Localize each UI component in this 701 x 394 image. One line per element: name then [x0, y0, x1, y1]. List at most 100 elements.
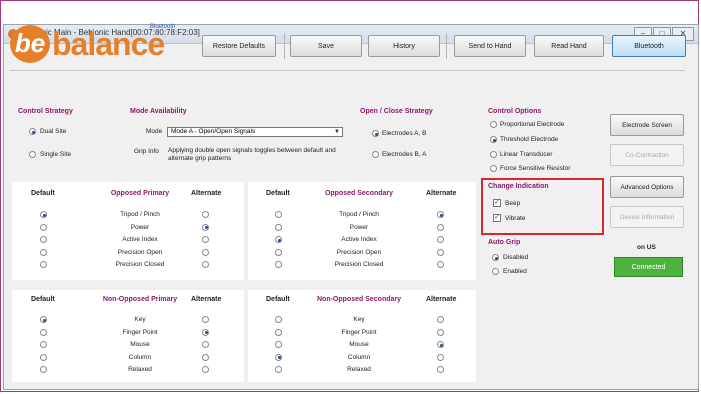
- proportional-electrode-radio[interactable]: [490, 121, 497, 128]
- alternate-grip-radio[interactable]: [437, 223, 444, 231]
- grip-label: Active Index: [122, 236, 158, 243]
- default-grip-radio[interactable]: [40, 353, 47, 361]
- control-strategy-title: Control Strategy: [18, 108, 73, 115]
- connection-status: Connected: [614, 257, 683, 277]
- connection-label: on US: [637, 244, 656, 251]
- read-hand-button[interactable]: Read Hand: [534, 35, 604, 57]
- alternate-column-header: Alternate: [191, 190, 222, 197]
- default-column-header: Default: [266, 190, 290, 197]
- alternate-grip-radio[interactable]: [202, 236, 209, 243]
- alternate-grip-radio[interactable]: [202, 248, 209, 256]
- grip-label: Precision Closed: [115, 261, 165, 268]
- device-information-button[interactable]: Device Information: [610, 206, 684, 228]
- single-site-radio[interactable]: [29, 151, 36, 158]
- linear-transducer-radio[interactable]: [490, 151, 497, 158]
- default-column-header: Default: [31, 190, 55, 197]
- grip-label: Key: [134, 316, 146, 323]
- grip-label: Key: [353, 316, 365, 323]
- alternate-grip-radio[interactable]: [437, 248, 444, 256]
- default-grip-radio[interactable]: [40, 366, 47, 373]
- mode-select[interactable]: Mode A - Open/Open Signals ▼: [167, 127, 343, 137]
- threshold-electrode-radio[interactable]: [490, 136, 497, 143]
- grip-label: Relaxed: [347, 366, 371, 373]
- electrodes-ab-radio[interactable]: [372, 130, 379, 137]
- default-grip-radio[interactable]: [275, 328, 282, 336]
- grip-label: Mouse: [130, 341, 150, 348]
- default-grip-radio[interactable]: [40, 316, 47, 323]
- grip-label: Mouse: [349, 341, 369, 348]
- alternate-grip-radio[interactable]: [202, 353, 209, 361]
- chevron-down-icon: ▼: [334, 129, 340, 135]
- co-contraction-button[interactable]: Co-Contraction: [610, 144, 684, 166]
- alternate-column-header: Alternate: [426, 190, 457, 197]
- vibrate-checkbox[interactable]: ✓: [493, 214, 501, 222]
- mode-select-value: Mode A - Open/Open Signals: [171, 128, 256, 135]
- alternate-grip-radio[interactable]: [202, 261, 209, 268]
- electrodes-ba-radio[interactable]: [372, 151, 379, 158]
- default-grip-radio[interactable]: [275, 248, 282, 256]
- grip-label: Column: [128, 353, 152, 361]
- force-sensitive-resistor-radio[interactable]: [490, 165, 497, 172]
- default-grip-radio[interactable]: [40, 236, 47, 243]
- alternate-grip-radio[interactable]: [437, 328, 444, 336]
- default-grip-radio[interactable]: [275, 316, 282, 323]
- bebalance-logo: be balance: [10, 24, 165, 64]
- open-close-strategy-title: Open / Close Strategy: [360, 108, 433, 115]
- change-indication-title: Change Indication: [488, 183, 549, 190]
- alternate-grip-radio[interactable]: [202, 211, 209, 218]
- default-grip-radio[interactable]: [40, 261, 47, 268]
- alternate-column-header: Alternate: [426, 296, 457, 303]
- grip-table-title: Non-Opposed Secondary: [316, 296, 402, 303]
- grip-label: Precision Open: [117, 248, 163, 256]
- toolbar-separator: [446, 33, 447, 59]
- auto-grip-enabled-radio[interactable]: [492, 268, 499, 275]
- alternate-grip-radio[interactable]: [437, 316, 444, 323]
- grip-label: Active Index: [341, 236, 377, 243]
- grip-label: Finger Point: [122, 328, 158, 336]
- default-grip-radio[interactable]: [275, 261, 282, 268]
- default-grip-radio[interactable]: [275, 211, 282, 218]
- alternate-grip-radio[interactable]: [202, 316, 209, 323]
- default-grip-radio[interactable]: [40, 341, 47, 348]
- default-grip-radio[interactable]: [275, 366, 282, 373]
- default-column-header: Default: [266, 296, 290, 303]
- dual-site-radio[interactable]: [29, 128, 36, 135]
- toolbar-separator: [284, 33, 285, 59]
- alternate-grip-radio[interactable]: [437, 261, 444, 268]
- single-site-label: Single Site: [40, 151, 72, 158]
- history-button[interactable]: History: [368, 35, 440, 57]
- send-to-hand-button[interactable]: Send to Hand: [454, 35, 526, 57]
- electrode-screen-button[interactable]: Electrode Screen: [610, 114, 684, 136]
- dual-site-label: Dual Site: [40, 128, 67, 135]
- electrodes-ba-label: Electrodes B, A: [382, 151, 427, 158]
- alternate-grip-radio[interactable]: [437, 353, 444, 361]
- advanced-options-button[interactable]: Advanced Options: [610, 176, 684, 198]
- logo-text: balance: [52, 25, 165, 62]
- alternate-grip-radio[interactable]: [437, 211, 444, 218]
- alternate-grip-radio[interactable]: [202, 341, 209, 348]
- default-grip-radio[interactable]: [40, 223, 47, 231]
- default-grip-radio[interactable]: [40, 248, 47, 256]
- alternate-grip-radio[interactable]: [437, 236, 444, 243]
- grip-label: Finger Point: [341, 328, 377, 336]
- default-grip-radio[interactable]: [275, 353, 282, 361]
- restore-defaults-button[interactable]: Restore Defaults: [202, 35, 276, 57]
- auto-grip-disabled-radio[interactable]: [492, 254, 499, 261]
- alternate-column-header: Alternate: [191, 296, 222, 303]
- alternate-grip-radio[interactable]: [202, 328, 209, 336]
- default-grip-radio[interactable]: [275, 341, 282, 348]
- grip-info-text: Applying double open signals toggles bet…: [168, 147, 336, 162]
- default-grip-radio[interactable]: [40, 328, 47, 336]
- save-button[interactable]: Save: [290, 35, 362, 57]
- linear-transducer-label: Linear Transducer: [500, 151, 553, 158]
- bluetooth-button[interactable]: Bluetooth: [612, 35, 686, 57]
- default-grip-radio[interactable]: [275, 223, 282, 231]
- default-grip-radio[interactable]: [40, 211, 47, 218]
- alternate-grip-radio[interactable]: [437, 341, 444, 348]
- alternate-grip-radio[interactable]: [437, 366, 444, 373]
- alternate-grip-radio[interactable]: [202, 366, 209, 373]
- alternate-grip-radio[interactable]: [202, 223, 209, 231]
- default-grip-radio[interactable]: [275, 236, 282, 243]
- beep-checkbox[interactable]: ✓: [493, 199, 501, 207]
- grip-label: Precision Open: [336, 248, 382, 256]
